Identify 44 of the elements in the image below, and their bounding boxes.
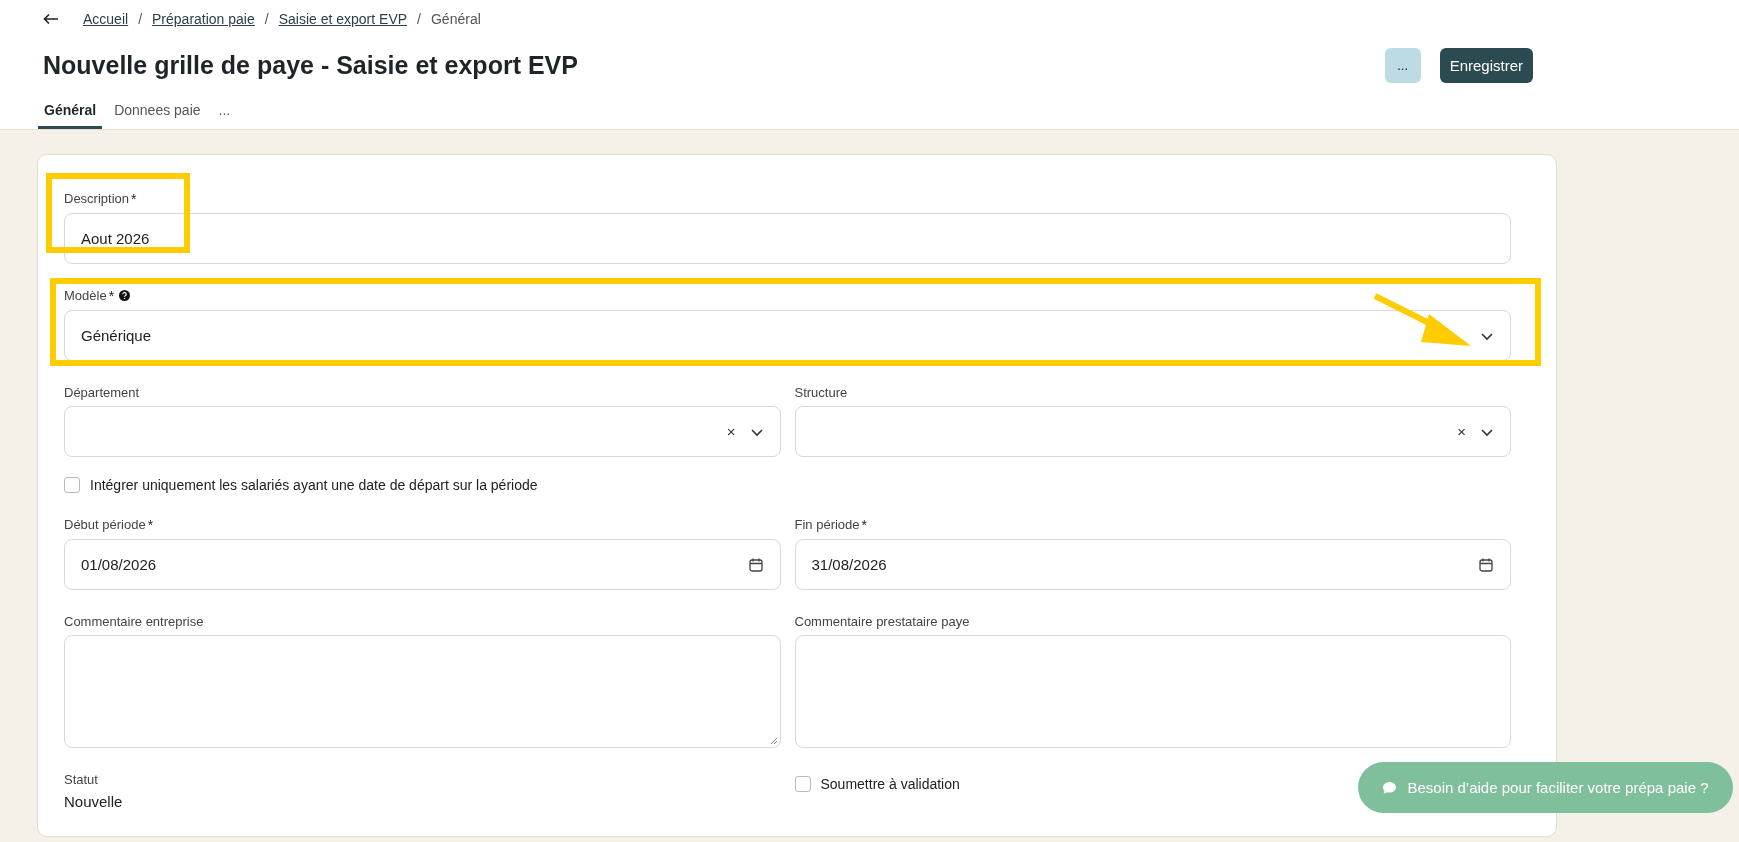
required-mark: * (108, 288, 115, 304)
tab[interactable]: ... (212, 98, 237, 129)
breadcrumb-separator: / (138, 11, 143, 27)
breadcrumb-link[interactable]: Accueil (83, 11, 129, 27)
help-icon[interactable] (119, 290, 131, 301)
save-button[interactable]: Enregistrer (1439, 48, 1533, 83)
select-field[interactable]: × (64, 406, 781, 457)
checkbox[interactable] (794, 776, 811, 792)
required-mark: * (131, 191, 137, 207)
calendar-icon[interactable] (747, 556, 764, 573)
page-title: Nouvelle grille de paye - Saisie et export EVP (43, 51, 578, 80)
clear-icon[interactable]: × (726, 423, 736, 440)
status-value: Nouvelle (64, 793, 124, 810)
field-label: Structure (794, 385, 848, 400)
field-label: Département (64, 385, 140, 400)
back-arrow-icon[interactable] (43, 13, 59, 25)
tab[interactable]: Donnees paie (108, 98, 207, 129)
date-field[interactable]: 01/08/2026 (64, 539, 781, 590)
description-field[interactable]: Aout 2026 (64, 213, 1511, 264)
checkbox[interactable] (64, 477, 80, 493)
field-label: Commentaire prestataire paye (794, 614, 970, 629)
calendar-icon[interactable] (1478, 556, 1494, 573)
breadcrumb-link[interactable]: Saisie et export EVP (278, 11, 408, 27)
tab[interactable]: Général (38, 98, 103, 129)
required-mark: * (861, 517, 867, 533)
field-label: Modèle (64, 288, 107, 303)
clear-icon[interactable]: × (1457, 423, 1466, 440)
field-label: Statut (64, 772, 98, 787)
field-label: Commentaire entreprise (64, 614, 204, 629)
breadcrumb-separator: / (264, 11, 269, 27)
breadcrumb-current: Général (430, 11, 481, 27)
breadcrumb-link[interactable]: Préparation paie (152, 11, 255, 27)
more-button[interactable]: ... (1384, 48, 1421, 83)
field-label: Description (64, 191, 130, 206)
breadcrumb-separator: / (417, 11, 421, 27)
date-field[interactable]: 31/08/2026 (794, 539, 1511, 590)
field-label: Fin période (794, 517, 860, 532)
chat-bubble-icon (1382, 780, 1398, 795)
field-label: Début période (64, 517, 146, 532)
checkbox-label: Intégrer uniquement les salariés ayant une date de départ sur la période (90, 477, 538, 493)
select-field[interactable]: × (794, 406, 1511, 457)
resize-grip-icon[interactable] (769, 737, 778, 745)
checkbox-label: Soumettre à validation (820, 776, 960, 792)
required-mark: * (147, 517, 154, 533)
